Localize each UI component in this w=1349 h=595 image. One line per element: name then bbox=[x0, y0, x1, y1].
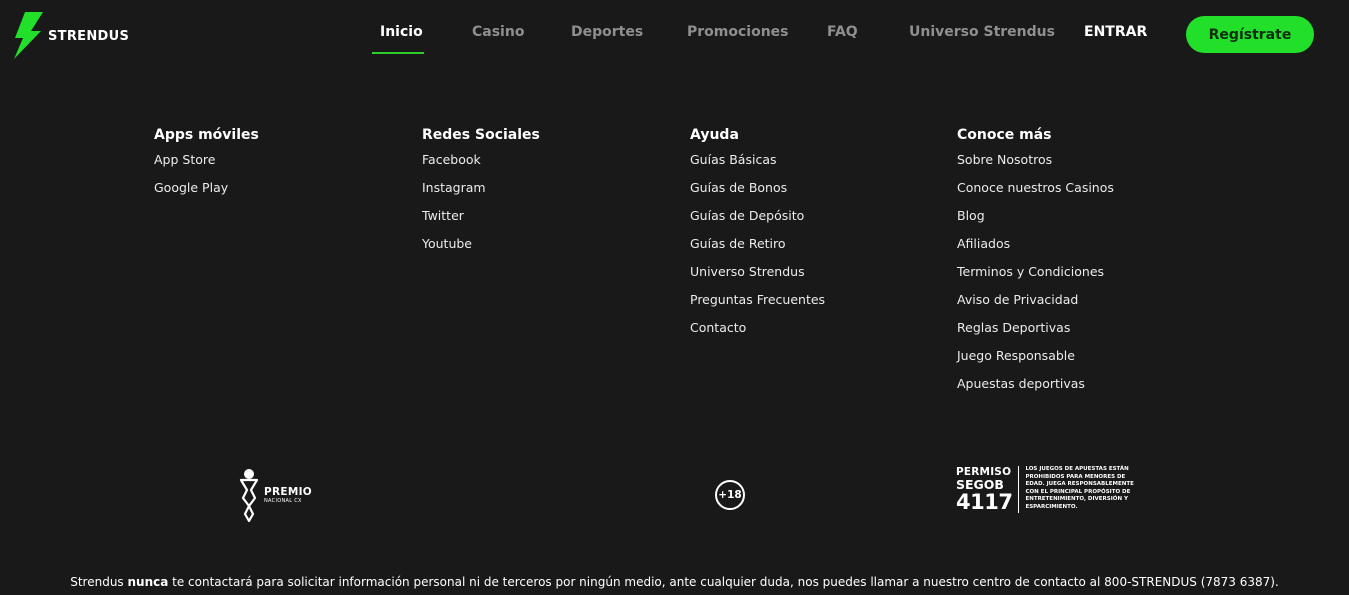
login-button[interactable]: ENTRAR bbox=[1084, 24, 1147, 40]
footer-link-afiliados[interactable]: Afiliados bbox=[957, 237, 1114, 265]
footer-link-contacto[interactable]: Contacto bbox=[690, 321, 825, 349]
premio-text: PREMIO NACIONAL CX bbox=[264, 485, 313, 504]
footer-link-reglas-deportivas[interactable]: Reglas Deportivas bbox=[957, 321, 1114, 349]
column-title: Ayuda bbox=[690, 127, 739, 143]
footer-link-terminos[interactable]: Terminos y Condiciones bbox=[957, 265, 1114, 293]
footer-link-preguntas-frecuentes[interactable]: Preguntas Frecuentes bbox=[690, 293, 825, 321]
column-title: Conoce más bbox=[957, 127, 1052, 143]
nav-item-deportes[interactable]: Deportes bbox=[571, 24, 643, 40]
footer-link-juego-responsable[interactable]: Juego Responsable bbox=[957, 349, 1114, 377]
footer-link-instagram[interactable]: Instagram bbox=[422, 181, 540, 209]
active-tab-indicator bbox=[372, 52, 424, 54]
disclaimer-emphasis: nunca bbox=[127, 575, 169, 589]
column-links: Facebook Instagram Twitter Youtube bbox=[422, 153, 540, 265]
nav-item-casino[interactable]: Casino bbox=[472, 24, 524, 40]
age-restriction-badge: +18 bbox=[715, 480, 745, 510]
contact-disclaimer: Strendus nunca te contactará para solici… bbox=[0, 575, 1349, 589]
disclaimer-suffix: te contactará para solicitar información… bbox=[168, 575, 1279, 589]
premio-nacional-badge: PREMIO NACIONAL CX bbox=[238, 468, 312, 522]
footer-link-blog[interactable]: Blog bbox=[957, 209, 1114, 237]
premio-subtitle: NACIONAL CX bbox=[264, 497, 302, 504]
permiso-block: PERMISO SEGOB 4117 bbox=[956, 466, 1020, 514]
disclaimer-prefix: Strendus bbox=[70, 575, 128, 589]
nav-item-inicio[interactable]: Inicio bbox=[380, 24, 423, 40]
main-nav: Inicio Casino Deportes Promociones FAQ U… bbox=[0, 0, 1349, 66]
footer-column-help: Ayuda Guías Básicas Guías de Bonos Guías… bbox=[690, 126, 825, 349]
footer-link-guias-bonos[interactable]: Guías de Bonos bbox=[690, 181, 825, 209]
column-title: Redes Sociales bbox=[422, 127, 540, 143]
column-links: App Store Google Play bbox=[154, 153, 259, 209]
footer-link-facebook[interactable]: Facebook bbox=[422, 153, 540, 181]
nav-item-promociones[interactable]: Promociones bbox=[687, 24, 789, 40]
footer-link-guias-basicas[interactable]: Guías Básicas bbox=[690, 153, 825, 181]
page: STRENDUS Inicio Casino Deportes Promocio… bbox=[0, 0, 1349, 595]
footer-link-guias-deposito[interactable]: Guías de Depósito bbox=[690, 209, 825, 237]
footer-link-sobre-nosotros[interactable]: Sobre Nosotros bbox=[957, 153, 1114, 181]
footer-link-youtube[interactable]: Youtube bbox=[422, 237, 540, 265]
footer-column-about: Conoce más Sobre Nosotros Conoce nuestro… bbox=[957, 126, 1114, 405]
footer-column-apps: Apps móviles App Store Google Play bbox=[154, 126, 259, 209]
trophy-figure-icon bbox=[239, 469, 259, 522]
nav-item-universo-strendus[interactable]: Universo Strendus bbox=[909, 24, 1055, 40]
footer-column-social: Redes Sociales Facebook Instagram Twitte… bbox=[422, 126, 540, 265]
premio-title: PREMIO bbox=[264, 485, 313, 498]
column-title: Apps móviles bbox=[154, 127, 259, 143]
footer-link-app-store[interactable]: App Store bbox=[154, 153, 259, 181]
footer-link-google-play[interactable]: Google Play bbox=[154, 181, 259, 209]
footer-link-universo-strendus[interactable]: Universo Strendus bbox=[690, 265, 825, 293]
footer-link-apuestas-deportivas[interactable]: Apuestas deportivas bbox=[957, 377, 1114, 405]
footer-link-privacidad[interactable]: Aviso de Privacidad bbox=[957, 293, 1114, 321]
footer-link-casinos[interactable]: Conoce nuestros Casinos bbox=[957, 181, 1114, 209]
footer-link-twitter[interactable]: Twitter bbox=[422, 209, 540, 237]
nav-item-faq[interactable]: FAQ bbox=[827, 24, 858, 40]
register-button[interactable]: Regístrate bbox=[1186, 16, 1314, 53]
footer-link-guias-retiro[interactable]: Guías de Retiro bbox=[690, 237, 825, 265]
column-links: Sobre Nosotros Conoce nuestros Casinos B… bbox=[957, 153, 1114, 405]
responsible-gaming-note: LOS JUEGOS DE APUESTAS ESTÁN PROHIBIDOS … bbox=[1025, 466, 1134, 510]
column-links: Guías Básicas Guías de Bonos Guías de De… bbox=[690, 153, 825, 349]
permiso-number: 4117 bbox=[956, 490, 1013, 514]
permiso-segob-badge: PERMISO SEGOB 4117 LOS JUEGOS DE APUESTA… bbox=[956, 466, 1135, 513]
